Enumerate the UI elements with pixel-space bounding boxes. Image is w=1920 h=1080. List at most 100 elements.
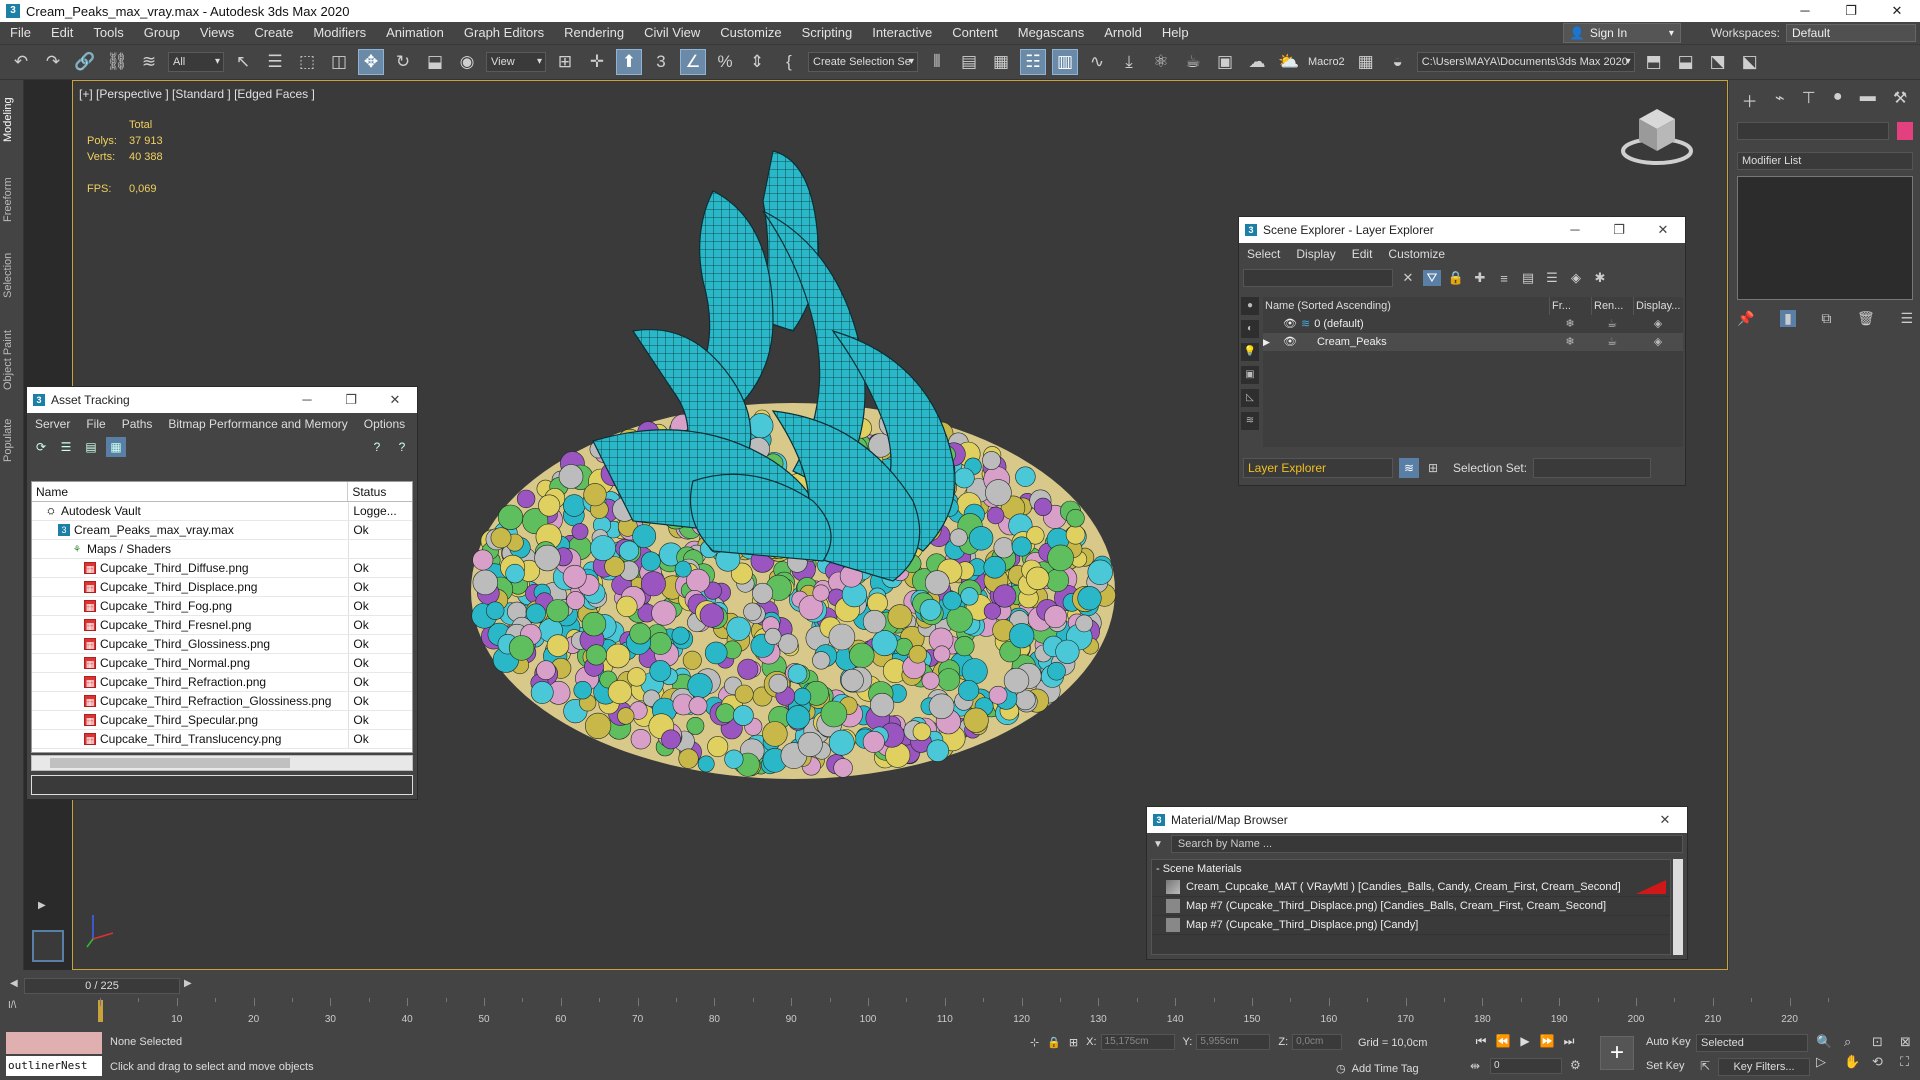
megascans-icon[interactable]: ◒ xyxy=(1385,49,1411,75)
go-to-end-icon[interactable]: ⏭ xyxy=(1558,1034,1580,1049)
pan-icon[interactable]: ✋ xyxy=(1844,1054,1868,1070)
menu-tools[interactable]: Tools xyxy=(83,22,133,44)
configure-modifier-sets-icon[interactable]: ☰ xyxy=(1900,310,1913,327)
asset-row[interactable]: ▦ Cupcake_Third_Translucency.png Ok xyxy=(32,730,412,749)
next-frame-button-icon[interactable]: ⏩ xyxy=(1536,1034,1558,1049)
zoom-extents-all-icon[interactable]: ⊠ xyxy=(1900,1034,1920,1050)
rectangular-selection-icon[interactable]: ⬚ xyxy=(294,49,320,75)
menu-arnold[interactable]: Arnold xyxy=(1094,22,1152,44)
key-selection-select[interactable]: Selected xyxy=(1696,1034,1808,1052)
time-slider[interactable]: 0 / 225 xyxy=(24,978,180,994)
material-browser-titlebar[interactable]: 3 Material/Map Browser ✕ xyxy=(1147,807,1687,833)
previous-frame-icon[interactable]: ⏪ xyxy=(1492,1034,1514,1049)
menu-create[interactable]: Create xyxy=(244,22,303,44)
selection-lock-icon[interactable]: 🔒 xyxy=(1047,1036,1061,1049)
show-end-result-icon[interactable]: ▮ xyxy=(1780,310,1796,327)
maxscript-input[interactable]: outlinerNest xyxy=(6,1056,102,1076)
lock-icon[interactable]: 🔒 xyxy=(1447,270,1465,286)
bind-space-warp-icon[interactable]: ≋ xyxy=(136,49,162,75)
angle-snap-icon[interactable]: ∠ xyxy=(680,49,706,75)
add-time-tag[interactable]: ◷ Add Time Tag xyxy=(1336,1062,1419,1075)
reference-coordinate-select[interactable]: View xyxy=(486,52,546,72)
y-coordinate-field[interactable]: 5,955cm xyxy=(1196,1034,1271,1050)
asset-row[interactable]: ▦ Cupcake_Third_Diffuse.png Ok xyxy=(32,559,412,578)
macro-label[interactable]: Macro2 xyxy=(1308,56,1345,68)
set-key-plus-button[interactable]: + xyxy=(1600,1036,1634,1070)
display-helpers-icon[interactable]: ◺ xyxy=(1241,389,1259,407)
close-button[interactable]: ✕ xyxy=(373,387,417,413)
select-object-icon[interactable]: ↖ xyxy=(230,49,256,75)
filter-icon[interactable]: ⛛ xyxy=(1423,270,1441,286)
display-spacewarps-icon[interactable]: ≋ xyxy=(1241,412,1259,430)
asset-row[interactable]: ▦ Cupcake_Third_Refraction.png Ok xyxy=(32,673,412,692)
snaps-toggle-icon[interactable]: 3 xyxy=(648,49,674,75)
close-button[interactable]: ✕ xyxy=(1641,217,1685,243)
highlight-layer-icon[interactable]: ◈ xyxy=(1567,270,1585,286)
scrollbar-thumb[interactable] xyxy=(50,758,290,768)
render-teapot-icon[interactable]: ☕ xyxy=(1591,315,1633,333)
asset-row[interactable]: ▦ Cupcake_Third_Normal.png Ok xyxy=(32,654,412,673)
render-teapot-icon[interactable]: ☕ xyxy=(1591,333,1633,351)
asset-row[interactable]: ▦ Cupcake_Third_Refraction_Glossiness.png… xyxy=(32,692,412,711)
menu-rendering[interactable]: Rendering xyxy=(554,22,634,44)
mirror-icon[interactable]: ⫴ xyxy=(924,49,950,75)
menu-select[interactable]: Select xyxy=(1239,247,1288,261)
scene-materials-group[interactable]: - Scene Materials xyxy=(1152,860,1670,878)
menu-display[interactable]: Display xyxy=(1288,247,1343,261)
display-geometry-icon[interactable]: ● xyxy=(1241,297,1259,315)
menu-views[interactable]: Views xyxy=(190,22,244,44)
layer-explorer-icon[interactable]: ☷ xyxy=(1020,49,1046,75)
maximize-button[interactable]: ❐ xyxy=(1597,217,1641,243)
menu-options[interactable]: Options xyxy=(356,417,413,431)
asset-row[interactable]: 3 Cream_Peaks_max_vray.max Ok xyxy=(32,521,412,540)
key-mode-icon[interactable]: ⇹ xyxy=(1470,1059,1480,1073)
place-icon[interactable]: ◉ xyxy=(454,49,480,75)
menu-group[interactable]: Group xyxy=(134,22,190,44)
sort-by-layer-icon[interactable]: ≋ xyxy=(1399,458,1419,478)
sync-layers-icon[interactable]: ✱ xyxy=(1591,270,1609,286)
menu-graph-editors[interactable]: Graph Editors xyxy=(454,22,554,44)
close-button[interactable]: ✕ xyxy=(1643,807,1687,833)
asset-row[interactable]: ▦ Cupcake_Third_Glossiness.png Ok xyxy=(32,635,412,654)
expand-icon[interactable]: ▶ xyxy=(38,900,46,911)
asset-row[interactable]: ▦ Cupcake_Third_Fog.png Ok xyxy=(32,597,412,616)
modifier-list-select[interactable]: Modifier List xyxy=(1737,152,1913,170)
sign-in-button[interactable]: 👤 Sign In ▾ xyxy=(1562,23,1681,43)
hierarchy-tab-icon[interactable]: ⊤ xyxy=(1802,88,1816,112)
undo-icon[interactable]: ↶ xyxy=(8,49,34,75)
column-renderable[interactable]: Ren... xyxy=(1591,297,1633,315)
display-shapes-icon[interactable]: ◐ xyxy=(1241,320,1259,338)
selection-set-select[interactable] xyxy=(1533,458,1652,478)
modifier-stack[interactable] xyxy=(1737,176,1913,300)
freeze-icon[interactable]: ❄ xyxy=(1549,333,1591,351)
menu-customize[interactable]: Customize xyxy=(1380,247,1453,261)
minimize-button[interactable]: ─ xyxy=(1782,0,1828,22)
menu-scripting[interactable]: Scripting xyxy=(792,22,863,44)
asset-path-field[interactable] xyxy=(31,775,413,795)
render-in-cloud-icon[interactable]: ⛅ xyxy=(1276,49,1302,75)
modify-tab-icon[interactable]: ⌁ xyxy=(1775,88,1785,112)
display-box-icon[interactable]: ◈ xyxy=(1633,315,1683,333)
tab-object-paint[interactable]: Object Paint xyxy=(2,320,22,400)
project-save-icon[interactable]: ⬔ xyxy=(1705,49,1731,75)
auto-key-button[interactable]: Auto Key xyxy=(1646,1036,1691,1048)
options-chevron-icon[interactable]: ▼ xyxy=(1153,839,1163,850)
object-name-field[interactable] xyxy=(1737,122,1889,140)
material-row[interactable]: Map #7 (Cupcake_Third_Displace.png) [Can… xyxy=(1152,897,1670,916)
menu-megascans[interactable]: Megascans xyxy=(1008,22,1094,44)
menu-server[interactable]: Server xyxy=(27,417,78,431)
toggle-ribbon-icon[interactable]: ▥ xyxy=(1052,49,1078,75)
display-tab-icon[interactable]: ▬ xyxy=(1860,88,1876,112)
menu-edit[interactable]: Edit xyxy=(1344,247,1381,261)
asset-row[interactable]: ▦ Cupcake_Third_Fresnel.png Ok xyxy=(32,616,412,635)
menu-content[interactable]: Content xyxy=(942,22,1008,44)
schematic-view-icon[interactable]: ⤓ xyxy=(1116,49,1142,75)
create-selection-set-select[interactable]: Create Selection Se xyxy=(808,52,918,72)
play-icon[interactable]: ▶ xyxy=(1514,1034,1536,1049)
prev-frame-icon[interactable]: ◀ xyxy=(10,978,18,989)
maximize-button[interactable]: ❐ xyxy=(329,387,373,413)
freeze-icon[interactable]: ❄ xyxy=(1549,315,1591,333)
create-tab-icon[interactable]: ＋ xyxy=(1742,88,1758,112)
explorer-type-select[interactable]: Layer Explorer xyxy=(1243,458,1393,478)
make-unique-icon[interactable]: ⧉ xyxy=(1821,310,1831,327)
